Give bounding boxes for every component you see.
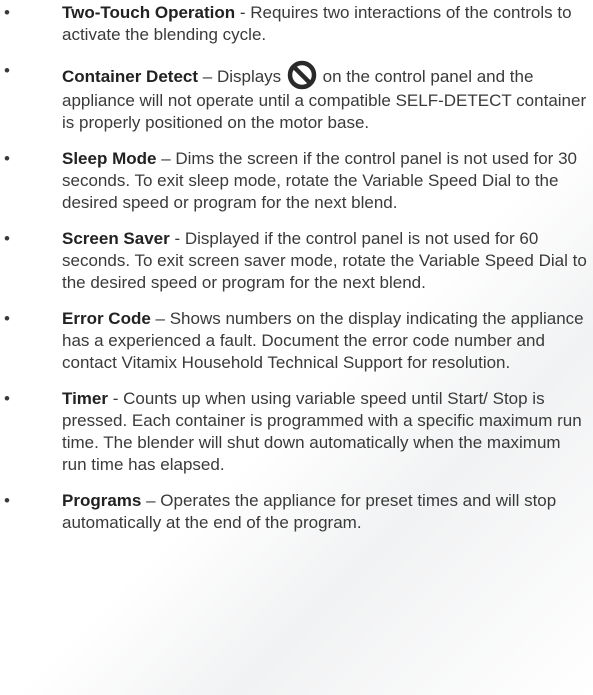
feature-term: Screen Saver — [62, 229, 170, 248]
bullet: • — [4, 61, 10, 80]
feature-term: Two-Touch Operation — [62, 3, 236, 22]
feature-term: Container Detect — [62, 67, 199, 86]
feature-term: Programs — [62, 491, 142, 510]
bullet: • — [4, 491, 10, 510]
bullet: • — [4, 389, 10, 408]
feature-document: • Two-Touch Operation - Requires two int… — [0, 0, 593, 695]
bullet: • — [4, 3, 10, 22]
no-symbol-icon — [287, 60, 317, 90]
feature-item-error-code: • Error Code – Shows numbers on the disp… — [0, 308, 587, 374]
feature-separator: – — [150, 309, 170, 328]
feature-item-programs: • Programs – Operates the appliance for … — [0, 490, 587, 534]
feature-term: Error Code — [62, 309, 151, 328]
feature-separator: – — [156, 149, 176, 168]
bullet: • — [4, 149, 10, 168]
feature-description-before-icon: Displays — [216, 67, 282, 86]
feature-term: Timer — [62, 389, 108, 408]
feature-separator: – — [141, 491, 161, 510]
feature-list: • Two-Touch Operation - Requires two int… — [0, 2, 587, 534]
feature-separator: - — [108, 389, 124, 408]
feature-description: Counts up when using variable speed unti… — [62, 389, 582, 474]
feature-item-screen-saver: • Screen Saver - Displayed if the contro… — [0, 228, 587, 294]
feature-term: Sleep Mode — [62, 149, 157, 168]
bullet: • — [4, 309, 10, 328]
feature-separator: - — [169, 229, 185, 248]
feature-item-sleep-mode: • Sleep Mode – Dims the screen if the co… — [0, 148, 587, 214]
feature-separator: - — [235, 3, 251, 22]
bullet: • — [4, 229, 10, 248]
feature-item-two-touch-operation: • Two-Touch Operation - Requires two int… — [0, 2, 587, 46]
feature-item-timer: • Timer - Counts up when using variable … — [0, 388, 587, 476]
feature-separator: – — [198, 67, 217, 86]
feature-item-container-detect: • Container Detect – Displays on the con… — [0, 60, 587, 134]
